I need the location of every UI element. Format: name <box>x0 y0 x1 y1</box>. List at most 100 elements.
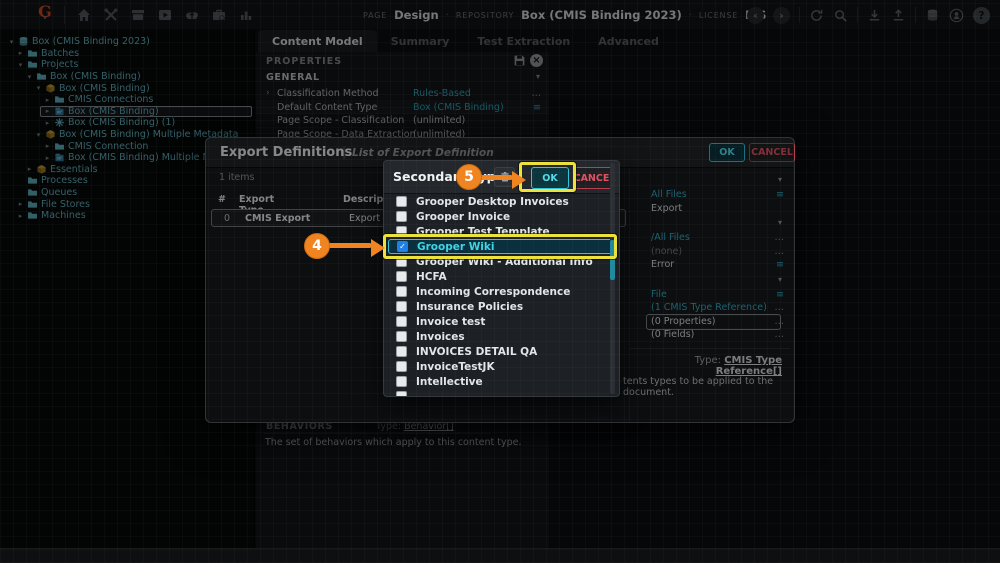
secondary-type-item[interactable]: ✓ InvoiceTestJK <box>388 359 615 374</box>
property-row[interactable]: › Classification Method Rules-Based … <box>256 87 549 101</box>
secondary-type-item[interactable]: ✓ Invoice test <box>388 314 615 329</box>
dialog-ok-button[interactable]: OK <box>709 143 745 162</box>
expand-arrow-icon[interactable]: ▸ <box>17 212 24 220</box>
export-property-row[interactable]: Export <box>630 202 794 216</box>
secondary-type-item[interactable]: ✓ Invoices <box>388 329 615 344</box>
expand-arrow-icon[interactable]: ▾ <box>8 38 15 46</box>
chevron-down-icon[interactable]: ▾ <box>536 72 540 81</box>
checkbox[interactable]: ✓ <box>396 316 407 327</box>
expand-icon[interactable]: › <box>266 88 270 98</box>
export-property-row[interactable]: ▾ <box>630 172 794 188</box>
user-icon[interactable] <box>949 8 964 23</box>
property-menu-icon[interactable]: … <box>775 246 785 257</box>
back-button[interactable]: ‹ <box>747 7 764 24</box>
checkbox[interactable]: ✓ <box>397 241 408 252</box>
checkbox[interactable]: ✓ <box>396 376 407 387</box>
property-menu-icon[interactable]: ≡ <box>533 102 541 113</box>
checkbox[interactable]: ✓ <box>396 331 407 342</box>
tree-item[interactable]: ▸ Box (CMIS Binding) <box>0 106 254 118</box>
expand-arrow-icon[interactable]: ▾ <box>35 131 42 139</box>
popup-ok-button[interactable]: OK <box>531 167 569 189</box>
secondary-type-item[interactable]: ✓ Grooper Invoice <box>388 209 615 224</box>
scrollbar-thumb[interactable] <box>610 240 615 280</box>
secondary-type-item[interactable]: ✓ Intellective <box>388 374 615 389</box>
property-menu-icon[interactable]: … <box>532 88 542 99</box>
type-reference-link[interactable]: CMIS Type Reference[] <box>716 355 782 377</box>
export-property-row[interactable]: File ≡ <box>630 288 794 302</box>
save-icon[interactable] <box>513 54 526 67</box>
expand-arrow-icon[interactable]: ▸ <box>26 165 33 173</box>
tab[interactable]: Advanced <box>584 30 673 52</box>
expand-arrow-icon[interactable]: ▸ <box>44 96 51 104</box>
tools-icon[interactable] <box>103 7 119 23</box>
forward-button[interactable]: › <box>773 7 790 24</box>
briefcase-icon[interactable] <box>211 7 227 23</box>
expand-arrow-icon[interactable]: ▸ <box>17 200 24 208</box>
upload-icon[interactable] <box>891 8 906 23</box>
property-menu-icon[interactable]: ≡ <box>776 259 784 270</box>
property-menu-icon[interactable]: … <box>775 316 785 327</box>
expand-arrow-icon[interactable]: ▸ <box>44 142 51 150</box>
expand-arrow-icon[interactable]: ▾ <box>26 73 33 81</box>
checkbox[interactable]: ✓ <box>396 211 407 222</box>
tree-item[interactable]: ▸ CMIS Connections <box>0 94 254 106</box>
refresh-icon[interactable] <box>809 8 824 23</box>
property-value[interactable]: Box (CMIS Binding) <box>413 102 504 113</box>
tab[interactable]: Content Model <box>258 30 377 52</box>
tree-item[interactable]: ▾ Projects <box>0 59 254 71</box>
property-row[interactable]: Page Scope - Classification (unlimited) <box>256 114 549 128</box>
download-icon[interactable] <box>867 8 882 23</box>
tree-item[interactable]: ▸ Batches <box>0 48 254 60</box>
chart-icon[interactable] <box>238 7 254 23</box>
secondary-type-item[interactable]: ✓ INVOICES DETAIL QA <box>388 344 615 359</box>
expand-arrow-icon[interactable]: ▾ <box>35 84 42 92</box>
export-property-row[interactable]: (0 Properties) … <box>630 315 794 329</box>
property-menu-icon[interactable]: ≡ <box>776 189 784 200</box>
export-property-row[interactable]: (1 CMIS Type Reference) … <box>630 301 794 315</box>
cloud-icon[interactable] <box>184 7 200 23</box>
secondary-type-item[interactable]: ✓ <box>388 389 615 396</box>
tab[interactable]: Summary <box>377 30 464 52</box>
expand-arrow-icon[interactable]: ▸ <box>44 107 51 115</box>
tree-item[interactable]: ▾ Box (CMIS Binding 2023) <box>0 36 254 48</box>
export-property-row[interactable]: (none) … <box>630 245 794 259</box>
checkbox[interactable]: ✓ <box>396 226 407 237</box>
export-property-row[interactable]: ▾ <box>630 272 794 288</box>
secondary-type-item[interactable]: ✓ Grooper Wiki - Additional Info <box>388 254 615 269</box>
expand-arrow-icon[interactable]: ▸ <box>17 49 24 57</box>
database-icon[interactable] <box>925 8 940 23</box>
tree-item[interactable]: ▸ Box (CMIS Binding) (1) <box>0 117 254 129</box>
property-menu-icon[interactable]: … <box>775 329 785 340</box>
expand-arrow-icon[interactable]: ▸ <box>44 154 51 162</box>
secondary-type-item[interactable]: ✓ Incoming Correspondence <box>388 284 615 299</box>
property-menu-icon[interactable]: … <box>775 232 785 243</box>
checkbox[interactable]: ✓ <box>396 256 407 267</box>
checkbox[interactable]: ✓ <box>396 301 407 312</box>
tree-item[interactable]: ▾ Box (CMIS Binding) <box>0 82 254 94</box>
expand-arrow-icon[interactable]: ▾ <box>17 61 24 69</box>
secondary-type-item[interactable]: ✓ Grooper Wiki <box>388 239 615 254</box>
popup-cancel-button[interactable]: CANCEL <box>574 167 615 189</box>
secondary-type-item[interactable]: ✓ Grooper Desktop Invoices <box>388 194 615 209</box>
checkbox[interactable]: ✓ <box>396 271 407 282</box>
checkbox[interactable]: ✓ <box>396 346 407 357</box>
export-property-row[interactable]: All Files ≡ <box>630 188 794 202</box>
export-property-row[interactable]: (0 Fields) … <box>630 328 794 342</box>
export-property-row[interactable]: Error ≡ <box>630 258 794 272</box>
property-menu-icon[interactable]: ≡ <box>776 289 784 300</box>
property-value[interactable]: Rules-Based <box>413 88 471 99</box>
tab[interactable]: Test Extraction <box>463 30 584 52</box>
checkbox[interactable]: ✓ <box>396 286 407 297</box>
scrollbar-track[interactable] <box>610 163 615 394</box>
home-icon[interactable] <box>76 7 92 23</box>
secondary-type-item[interactable]: ✓ Insurance Policies <box>388 299 615 314</box>
play-icon[interactable] <box>157 7 173 23</box>
archive-icon[interactable] <box>130 7 146 23</box>
export-property-row[interactable]: /All Files … <box>630 231 794 245</box>
expand-arrow-icon[interactable]: ▸ <box>44 119 51 127</box>
checkbox[interactable]: ✓ <box>396 196 407 207</box>
close-icon[interactable]: × <box>530 54 543 67</box>
secondary-type-item[interactable]: ✓ Grooper Test Template <box>388 224 615 239</box>
checkbox[interactable]: ✓ <box>396 361 407 372</box>
property-menu-icon[interactable]: … <box>775 302 785 313</box>
